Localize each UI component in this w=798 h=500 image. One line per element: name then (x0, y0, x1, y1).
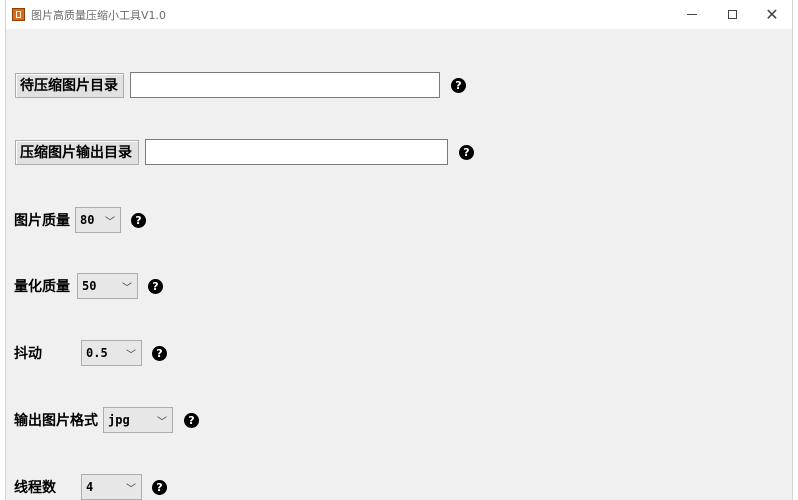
select-input-dir-button[interactable]: 待压缩图片目录 (15, 72, 124, 98)
image-quality-help-icon[interactable]: ? (131, 212, 146, 228)
output-dir-row: 压缩图片输出目录 ? (15, 139, 474, 165)
threads-select[interactable]: 4 ﹀ (81, 474, 142, 500)
window-controls: ✕ (672, 0, 792, 29)
output-format-row: 输出图片格式 jpg ﹀ ? (14, 407, 199, 433)
dither-row: 抖动 0.5 ﹀ ? (14, 340, 167, 366)
dither-value: 0.5 (86, 346, 108, 360)
output-format-label: 输出图片格式 (14, 413, 98, 429)
threads-value: 4 (86, 480, 94, 494)
right-edge-background (792, 0, 798, 500)
quant-quality-row: 量化质量 50 ﹀ ? (14, 273, 163, 299)
threads-row: 线程数 4 ﹀ ? (14, 474, 167, 500)
main-form: 待压缩图片目录 ? 压缩图片输出目录 ? 图片质量 80 ﹀ ? 量化质量 50… (6, 29, 792, 500)
chevron-down-icon: ﹀ (157, 417, 167, 428)
threads-label: 线程数 (14, 480, 56, 496)
close-button[interactable]: ✕ (752, 0, 792, 29)
close-icon: ✕ (765, 4, 779, 24)
chevron-down-icon: ﹀ (126, 350, 136, 361)
output-dir-help-icon[interactable]: ? (459, 144, 474, 160)
quant-quality-help-icon[interactable]: ? (148, 278, 163, 294)
minimize-button[interactable] (672, 0, 712, 29)
chevron-down-icon: ﹀ (126, 484, 136, 495)
image-quality-row: 图片质量 80 ﹀ ? (14, 207, 146, 233)
chevron-down-icon: ﹀ (122, 283, 132, 294)
window-title: 图片高质量压缩小工具V1.0 (31, 8, 167, 22)
output-format-value: jpg (108, 413, 130, 427)
image-quality-value: 80 (80, 213, 95, 227)
input-dir-field[interactable] (130, 72, 440, 98)
dither-select[interactable]: 0.5 ﹀ (81, 340, 142, 366)
output-format-select[interactable]: jpg ﹀ (103, 407, 173, 433)
output-dir-field[interactable] (145, 139, 448, 165)
quant-quality-value: 50 (82, 279, 97, 293)
image-quality-select[interactable]: 80 ﹀ (75, 207, 121, 233)
title-bar: 图片高质量压缩小工具V1.0 ✕ (6, 0, 792, 29)
threads-help-icon[interactable]: ? (152, 479, 167, 495)
input-dir-help-icon[interactable]: ? (451, 77, 466, 93)
dither-help-icon[interactable]: ? (152, 345, 167, 361)
output-format-help-icon[interactable]: ? (184, 412, 199, 428)
maximize-button[interactable] (712, 0, 752, 29)
minimize-icon (687, 14, 697, 15)
quant-quality-select[interactable]: 50 ﹀ (77, 273, 138, 299)
chevron-down-icon: ﹀ (105, 217, 115, 228)
input-dir-row: 待压缩图片目录 ? (15, 72, 466, 98)
dither-label: 抖动 (14, 346, 42, 362)
select-output-dir-button[interactable]: 压缩图片输出目录 (15, 139, 139, 165)
image-quality-label: 图片质量 (14, 213, 70, 229)
quant-quality-label: 量化质量 (14, 279, 70, 295)
maximize-icon (727, 10, 737, 19)
app-icon (12, 8, 25, 21)
